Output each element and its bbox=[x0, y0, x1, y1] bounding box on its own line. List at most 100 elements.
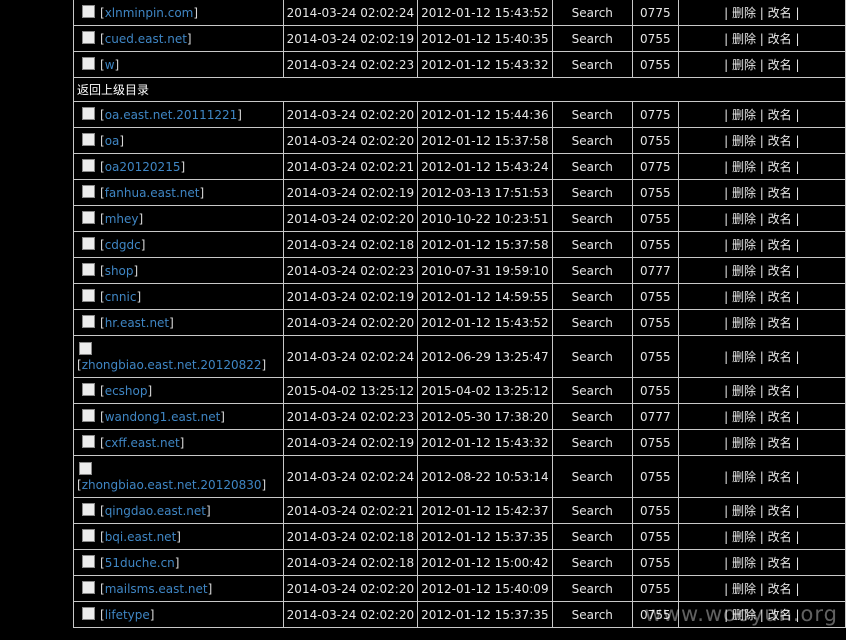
delete-link[interactable]: 删除 bbox=[732, 108, 756, 122]
rename-link[interactable]: 改名 bbox=[768, 470, 792, 484]
delete-link[interactable]: 删除 bbox=[732, 6, 756, 20]
select-checkbox[interactable] bbox=[82, 57, 95, 70]
permission-cell[interactable]: 0755 bbox=[632, 25, 679, 52]
select-checkbox[interactable] bbox=[82, 435, 95, 448]
permission-cell[interactable]: 0755 bbox=[632, 455, 679, 498]
folder-link[interactable]: cnnic bbox=[105, 290, 137, 304]
select-checkbox[interactable] bbox=[82, 503, 95, 516]
parent-directory-link[interactable]: 返回上级目录 bbox=[73, 77, 846, 102]
rename-link[interactable]: 改名 bbox=[768, 212, 792, 226]
folder-link[interactable]: oa bbox=[105, 134, 120, 148]
delete-link[interactable]: 删除 bbox=[732, 582, 756, 596]
rename-link[interactable]: 改名 bbox=[768, 6, 792, 20]
folder-link[interactable]: fanhua.east.net bbox=[105, 186, 200, 200]
delete-link[interactable]: 删除 bbox=[732, 436, 756, 450]
select-checkbox[interactable] bbox=[82, 185, 95, 198]
delete-link[interactable]: 删除 bbox=[732, 350, 756, 364]
permission-cell[interactable]: 0755 bbox=[632, 51, 679, 78]
rename-link[interactable]: 改名 bbox=[768, 108, 792, 122]
select-checkbox[interactable] bbox=[82, 315, 95, 328]
delete-link[interactable]: 删除 bbox=[732, 316, 756, 330]
select-checkbox[interactable] bbox=[82, 581, 95, 594]
parent-directory-row[interactable]: 返回上级目录 bbox=[73, 77, 846, 102]
permission-cell[interactable]: 0775 bbox=[632, 101, 679, 128]
folder-link[interactable]: zhongbiao.east.net.20120830 bbox=[82, 478, 262, 492]
permission-cell[interactable]: 0755 bbox=[632, 377, 679, 404]
select-checkbox[interactable] bbox=[82, 607, 95, 620]
rename-link[interactable]: 改名 bbox=[768, 160, 792, 174]
rename-link[interactable]: 改名 bbox=[768, 238, 792, 252]
permission-cell[interactable]: 0755 bbox=[632, 549, 679, 576]
delete-link[interactable]: 删除 bbox=[732, 160, 756, 174]
folder-link[interactable]: xlnminpin.com bbox=[105, 6, 194, 20]
select-checkbox[interactable] bbox=[79, 461, 92, 475]
folder-link[interactable]: hr.east.net bbox=[105, 316, 169, 330]
folder-link[interactable]: wandong1.east.net bbox=[105, 410, 221, 424]
delete-link[interactable]: 删除 bbox=[732, 58, 756, 72]
permission-cell[interactable]: 0755 bbox=[632, 179, 679, 206]
rename-link[interactable]: 改名 bbox=[768, 186, 792, 200]
select-checkbox[interactable] bbox=[82, 107, 95, 120]
folder-link[interactable]: w bbox=[105, 58, 115, 72]
folder-link[interactable]: cdgdc bbox=[105, 238, 141, 252]
select-checkbox[interactable] bbox=[82, 555, 95, 568]
permission-cell[interactable]: 0755 bbox=[632, 309, 679, 336]
permission-cell[interactable]: 0777 bbox=[632, 257, 679, 284]
permission-cell[interactable]: 0755 bbox=[632, 231, 679, 258]
rename-link[interactable]: 改名 bbox=[768, 582, 792, 596]
delete-link[interactable]: 删除 bbox=[732, 212, 756, 226]
delete-link[interactable]: 删除 bbox=[732, 470, 756, 484]
delete-link[interactable]: 删除 bbox=[732, 290, 756, 304]
delete-link[interactable]: 删除 bbox=[732, 504, 756, 518]
rename-link[interactable]: 改名 bbox=[768, 384, 792, 398]
delete-link[interactable]: 删除 bbox=[732, 530, 756, 544]
folder-link[interactable]: shop bbox=[105, 264, 134, 278]
rename-link[interactable]: 改名 bbox=[768, 410, 792, 424]
select-checkbox[interactable] bbox=[82, 289, 95, 302]
delete-link[interactable]: 删除 bbox=[732, 238, 756, 252]
folder-link[interactable]: bqi.east.net bbox=[105, 530, 177, 544]
permission-cell[interactable]: 0755 bbox=[632, 429, 679, 456]
folder-link[interactable]: oa20120215 bbox=[105, 160, 181, 174]
folder-link[interactable]: lifetype bbox=[105, 608, 150, 622]
select-checkbox[interactable] bbox=[82, 31, 95, 44]
delete-link[interactable]: 删除 bbox=[732, 134, 756, 148]
delete-link[interactable]: 删除 bbox=[732, 186, 756, 200]
permission-cell[interactable]: 0777 bbox=[632, 403, 679, 430]
permission-cell[interactable]: 0755 bbox=[632, 575, 679, 602]
select-checkbox[interactable] bbox=[82, 159, 95, 172]
folder-link[interactable]: ecshop bbox=[105, 384, 148, 398]
select-checkbox[interactable] bbox=[82, 383, 95, 396]
select-checkbox[interactable] bbox=[82, 133, 95, 146]
rename-link[interactable]: 改名 bbox=[768, 264, 792, 278]
permission-cell[interactable]: 0755 bbox=[632, 205, 679, 232]
permission-cell[interactable]: 0755 bbox=[632, 127, 679, 154]
rename-link[interactable]: 改名 bbox=[768, 350, 792, 364]
select-checkbox[interactable] bbox=[82, 5, 95, 18]
rename-link[interactable]: 改名 bbox=[768, 290, 792, 304]
delete-link[interactable]: 删除 bbox=[732, 556, 756, 570]
rename-link[interactable]: 改名 bbox=[768, 58, 792, 72]
delete-link[interactable]: 删除 bbox=[732, 410, 756, 424]
rename-link[interactable]: 改名 bbox=[768, 436, 792, 450]
select-checkbox[interactable] bbox=[79, 341, 92, 355]
folder-link[interactable]: cxff.east.net bbox=[105, 436, 180, 450]
folder-link[interactable]: mailsms.east.net bbox=[105, 582, 208, 596]
folder-link[interactable]: mhey bbox=[105, 212, 139, 226]
folder-link[interactable]: oa.east.net.20111221 bbox=[105, 108, 238, 122]
rename-link[interactable]: 改名 bbox=[768, 134, 792, 148]
rename-link[interactable]: 改名 bbox=[768, 32, 792, 46]
rename-link[interactable]: 改名 bbox=[768, 316, 792, 330]
select-checkbox[interactable] bbox=[82, 263, 95, 276]
permission-cell[interactable]: 0755 bbox=[632, 335, 679, 378]
select-checkbox[interactable] bbox=[82, 211, 95, 224]
rename-link[interactable]: 改名 bbox=[768, 530, 792, 544]
delete-link[interactable]: 删除 bbox=[732, 384, 756, 398]
folder-link[interactable]: 51duche.cn bbox=[105, 556, 175, 570]
rename-link[interactable]: 改名 bbox=[768, 504, 792, 518]
permission-cell[interactable]: 0755 bbox=[632, 497, 679, 524]
select-checkbox[interactable] bbox=[82, 237, 95, 250]
rename-link[interactable]: 改名 bbox=[768, 556, 792, 570]
folder-link[interactable]: zhongbiao.east.net.20120822 bbox=[82, 358, 262, 372]
folder-link[interactable]: cued.east.net bbox=[105, 32, 187, 46]
